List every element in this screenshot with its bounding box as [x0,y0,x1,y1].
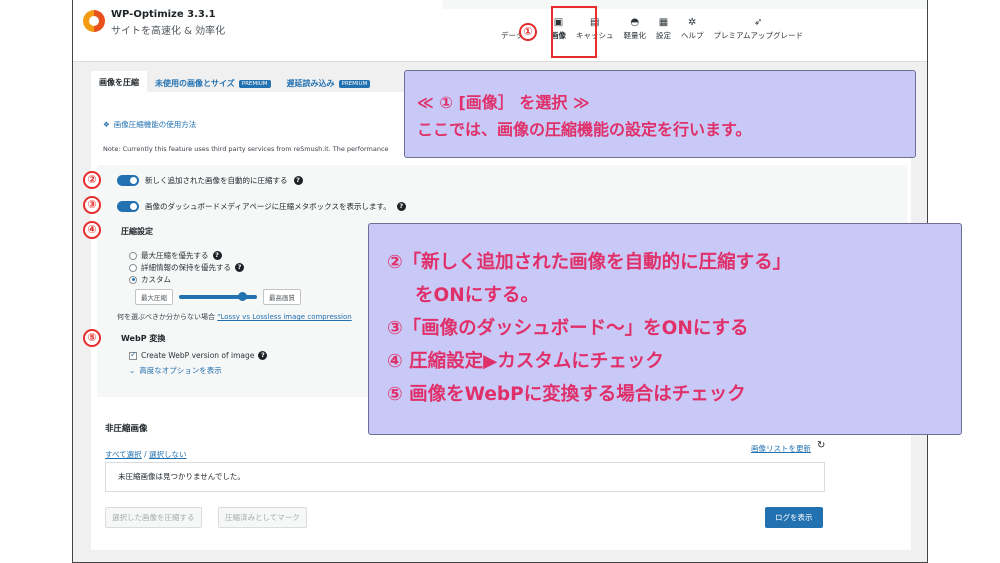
film-icon: ❖ [103,120,110,129]
radio-max-compression[interactable]: 最大圧縮を優先する ? [129,250,222,261]
annotation-number-3: ③ [83,196,101,214]
view-log-button[interactable]: ログを表示 [765,507,823,528]
callout-step1: ≪ ① [画像］ を選択 ≫ ここでは、画像の圧縮機能の設定を行います。 [404,70,916,158]
show-advanced-options[interactable]: ⌄ 高度なオプションを表示 [129,365,222,376]
help-icon[interactable]: ? [293,176,303,185]
plugin-header: WP-Optimize 3.3.1 サイトを高速化 & 効率化 データ ▣ 画像… [73,0,927,62]
app-subtitle: サイトを高速化 & 効率化 [111,26,226,37]
radio-button[interactable] [129,263,137,272]
metabox-toggle[interactable] [117,201,139,212]
metabox-row: 画像のダッシュボードメディアページに圧縮メタボックスを表示します。 ? [117,201,406,212]
webp-heading: WebP 変換 [121,334,166,343]
annotation-number-1: ① [519,23,537,41]
nav-premium-upgrade[interactable]: ➶ プレミアムアップグレード [709,16,808,41]
slider-max-label: 最高画質 [263,289,301,305]
select-all-link[interactable]: すべて選択 [105,450,142,459]
callout-steps2-5: ②「新しく追加された画像を自動的に圧縮する」 をONにする。 ③「画像のダッシュ… [368,223,962,435]
annotation-number-2: ② [83,171,101,189]
rocket-icon: ➶ [754,17,763,28]
webp-checkbox-row[interactable]: Create WebP version of image ? [129,350,268,360]
slider-thumb[interactable] [237,292,247,301]
refresh-icon[interactable]: ↻ [817,440,825,451]
chevron-down-icon: ⌄ [129,366,136,375]
help-icon[interactable]: ? [396,202,406,211]
slider-min-label: 最大圧縮 [135,289,173,305]
howto-link[interactable]: ❖ 画像圧縮機能の使用方法 [103,119,196,130]
minify-icon: ◓ [630,17,640,28]
service-note: Note: Currently this feature uses third … [103,145,389,153]
radio-keep-details[interactable]: 詳細情報の保持を優先する ? [129,262,244,273]
refresh-list-link[interactable]: 画像リストを更新 [751,443,811,454]
compression-heading: 圧縮設定 [121,227,153,236]
help-icon[interactable]: ? [235,263,244,272]
auto-compress-toggle[interactable] [117,175,139,186]
wp-optimize-logo-icon [83,10,105,32]
radio-button[interactable] [129,251,137,260]
radio-button[interactable] [129,275,137,284]
nav-settings[interactable]: ▦ 設定 [651,16,676,41]
quality-slider-row: 最大圧縮 最高画質 [135,289,301,305]
help-icon: ✲ [688,17,697,28]
annotation-number-5: ⑤ [83,329,101,347]
top-strip [443,0,927,9]
app-title: WP-Optimize 3.3.1 [111,9,216,20]
select-none-link[interactable]: 選択しない [149,450,187,459]
auto-compress-row: 新しく追加された画像を自動的に圧縮する ? [117,175,303,186]
nav-help[interactable]: ✲ ヘルプ [676,16,709,41]
main-nav: データ ▣ 画像 ▤ キャッシュ ◓ 軽量化 ▦ 設定 ✲ ヘルプ ➶ プレミア… [501,16,808,41]
lossy-help-text: 何を選ぶべきか分からない場合 "Lossy vs Lossless image … [117,313,352,321]
help-icon[interactable]: ? [212,251,222,260]
premium-badge: PREMIUM [338,79,371,88]
empty-list-message: 未圧縮画像は見つかりませんでした。 [105,462,825,492]
uncompressed-heading: 非圧縮画像 [105,424,148,434]
compress-selected-button[interactable]: 選択した画像を圧縮する [105,507,202,528]
select-links: すべて選択 / 選択しない [105,450,187,459]
quality-slider[interactable] [179,292,257,301]
premium-badge: PREMIUM [238,79,271,88]
nav-minify[interactable]: ◓ 軽量化 [619,16,652,41]
settings-icon: ▦ [658,17,669,28]
help-icon[interactable]: ? [258,351,268,360]
highlight-box-images [551,6,597,58]
annotation-number-4: ④ [83,221,101,239]
lossy-link[interactable]: "Lossy vs Lossless image compression [217,313,352,321]
webp-checkbox[interactable] [129,350,137,360]
radio-custom[interactable]: カスタム [129,274,171,285]
mark-compressed-button[interactable]: 圧縮済みとしてマーク [218,507,307,528]
